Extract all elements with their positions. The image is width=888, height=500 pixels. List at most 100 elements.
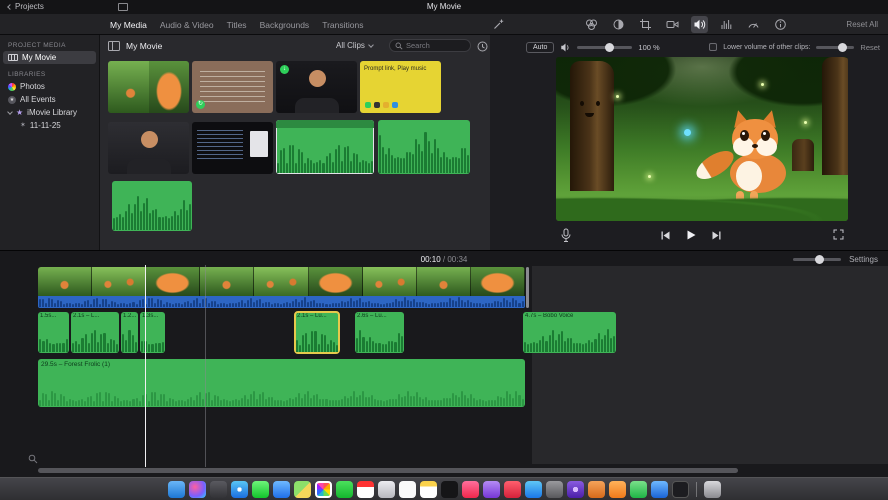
sidebar-toggle-icon[interactable]	[108, 41, 120, 51]
dock-app-pages[interactable]	[608, 480, 626, 498]
dock-app-garageband[interactable]	[587, 480, 605, 498]
window-title: My Movie	[426, 2, 462, 11]
speaker-icon[interactable]	[560, 42, 571, 53]
lower-volume-checkbox[interactable]	[709, 43, 718, 51]
tab-transitions[interactable]: Transitions	[322, 20, 363, 30]
enhance-wand-icon[interactable]	[492, 18, 505, 31]
sidebar-item-imovie-library[interactable]: ★ iMovie Library	[0, 106, 99, 119]
noise-reduction-icon[interactable]	[718, 16, 735, 33]
dock-app-launchpad[interactable]	[209, 480, 227, 498]
dock-app-photos[interactable]	[314, 480, 332, 498]
search-input[interactable]	[406, 41, 462, 50]
reset-button[interactable]: Reset	[860, 43, 880, 52]
dock-app-podcasts[interactable]	[482, 480, 500, 498]
timeline-audio-clip-5-selected[interactable]: 2.1s – Lu...	[294, 311, 340, 354]
media-clip-note[interactable]: Prompt link, Play music	[360, 61, 441, 113]
dock-app-imovie[interactable]	[566, 480, 584, 498]
filmstrip-frame	[470, 267, 525, 296]
timeline-empty-area[interactable]	[532, 266, 888, 464]
timeline-audio-clip-4[interactable]: 1.3s...	[140, 312, 165, 353]
stabilization-icon[interactable]	[664, 16, 681, 33]
play-icon[interactable]	[685, 229, 697, 241]
audio-waveform	[356, 327, 404, 352]
dock-app-siri[interactable]	[188, 480, 206, 498]
dock-app-news[interactable]	[503, 480, 521, 498]
dock-app-settings[interactable]	[545, 480, 563, 498]
timeline-music-clip-forest-frolic[interactable]: 29.5s – Forest Frolic (1)	[38, 359, 525, 407]
clip-duration-icon[interactable]	[477, 41, 488, 52]
speed-icon[interactable]	[745, 16, 762, 33]
color-correction-icon[interactable]	[610, 16, 627, 33]
dock-app-app-store[interactable]	[524, 480, 542, 498]
microphone-icon[interactable]	[560, 228, 572, 243]
next-frame-icon[interactable]	[711, 230, 722, 241]
ducking-slider[interactable]	[816, 42, 855, 52]
volume-slider[interactable]	[577, 42, 633, 52]
timeline-audio-clip-2[interactable]: 2.1s – L...	[71, 312, 119, 353]
dock-app-contacts[interactable]	[377, 480, 395, 498]
tab-audio-video[interactable]: Audio & Video	[160, 20, 214, 30]
dock-app-mail[interactable]	[272, 480, 290, 498]
sidebar-item-label: My Movie	[22, 53, 57, 62]
clips-filter-dropdown[interactable]: All Clips	[336, 41, 374, 50]
sidebar-item-event-11-11-25[interactable]: ✶ 11-11-25	[0, 119, 99, 132]
dock-app-safari[interactable]	[230, 480, 248, 498]
color-balance-icon[interactable]	[583, 16, 600, 33]
playhead[interactable]	[145, 265, 146, 467]
audio-waveform	[122, 327, 138, 352]
media-clip-audio-1[interactable]	[276, 120, 374, 174]
timeline-scrollbar[interactable]	[38, 468, 738, 473]
tab-titles[interactable]: Titles	[227, 20, 247, 30]
reset-all-button[interactable]: Reset All	[846, 20, 878, 29]
media-clip-talking-head-2[interactable]	[108, 122, 189, 174]
dock-app-keynote[interactable]	[650, 480, 668, 498]
timeline-zoom-slider[interactable]	[793, 255, 842, 264]
note-text: Prompt link, Play music	[364, 66, 427, 72]
sidebar-item-all-events[interactable]: ★ All Events	[0, 93, 99, 106]
sidebar-item-photos[interactable]: Photos	[0, 80, 99, 93]
dock-trash[interactable]	[703, 480, 721, 498]
dock-app-reminders[interactable]	[398, 480, 416, 498]
adjust-toolbar	[583, 16, 789, 33]
clip-trim-handle[interactable]	[526, 267, 529, 308]
previous-frame-icon[interactable]	[660, 230, 671, 241]
sidebar-item-my-movie[interactable]: My Movie	[3, 51, 96, 64]
media-clip-audio-2[interactable]	[378, 120, 470, 174]
tab-backgrounds[interactable]: Backgrounds	[260, 20, 310, 30]
dock-app-facetime[interactable]	[335, 480, 353, 498]
dock-app-tv[interactable]	[440, 480, 458, 498]
crop-icon[interactable]	[637, 16, 654, 33]
volume-icon[interactable]	[691, 16, 708, 33]
timeline-search-icon[interactable]	[28, 454, 38, 464]
tab-my-media[interactable]: My Media	[110, 20, 147, 30]
timeline-video-audio-track[interactable]	[38, 296, 525, 308]
info-icon[interactable]	[772, 16, 789, 33]
fullscreen-icon[interactable]	[833, 229, 844, 240]
dock-app-terminal[interactable]	[671, 480, 689, 498]
dock-app-music[interactable]	[461, 480, 479, 498]
dock-app-calendar[interactable]	[356, 480, 374, 498]
media-clip-screen-recording[interactable]	[192, 122, 273, 174]
media-clip-document[interactable]: ↻	[192, 61, 273, 113]
settings-button[interactable]: Settings	[849, 255, 878, 264]
media-clip-audio-3[interactable]	[112, 181, 192, 231]
timeline-audio-clip-3[interactable]: 1.2...	[121, 312, 138, 353]
media-clip-fox-filmstrip[interactable]	[108, 61, 189, 113]
timeline-audio-clip-6[interactable]: 2.6s – Lu...	[355, 312, 404, 353]
filmstrip-frame	[200, 267, 255, 296]
auto-button[interactable]: Auto	[526, 41, 555, 53]
clip-label: 29.5s – Forest Frolic (1)	[41, 361, 110, 368]
preview-viewer[interactable]	[556, 57, 848, 221]
search-field[interactable]	[389, 39, 471, 52]
dock-app-notes[interactable]	[419, 480, 437, 498]
playback-controls	[490, 227, 888, 247]
dock-app-maps[interactable]	[293, 480, 311, 498]
dock-app-finder[interactable]	[167, 480, 185, 498]
media-clip-talking-head[interactable]: ↓	[276, 61, 357, 113]
timeline-video-clip[interactable]	[38, 267, 525, 296]
dock-app-numbers[interactable]	[629, 480, 647, 498]
dock-app-messages[interactable]	[251, 480, 269, 498]
timeline-audio-clip-bobo-voice[interactable]: 4.7s – Bobo Voice	[523, 312, 616, 353]
timeline-audio-clip-1[interactable]: 1.5s...	[38, 312, 69, 353]
chevron-down-icon[interactable]	[7, 108, 13, 115]
